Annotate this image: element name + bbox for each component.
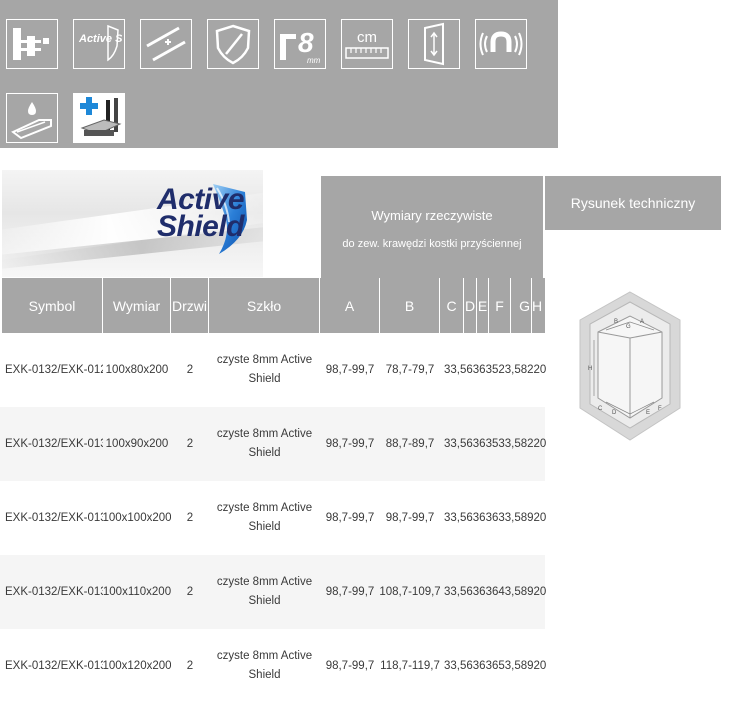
col-header-b: B: [380, 278, 440, 333]
cell-symbol: EXK-0132/EXK-0137: [5, 659, 103, 672]
col-header-e: E: [477, 278, 489, 333]
drawing-label-f: F: [658, 406, 662, 412]
col-header-f: F: [489, 278, 511, 333]
dimensions-group-header: Wymiary rzeczywiste do zew. krawędzi kos…: [321, 176, 543, 278]
add-shower-tray-icon: [73, 93, 125, 143]
measurement-cm-icon: cm: [341, 19, 393, 69]
drawing-label-d: D: [612, 410, 617, 416]
col-header-h: H: [532, 278, 545, 333]
magnetic-seal-icon: [475, 19, 527, 69]
cell-wymiar: 100x110x200: [103, 585, 171, 598]
cell-a: 98,7-99,7: [325, 659, 375, 672]
technical-drawing: A B C D E F G H: [579, 291, 681, 441]
active-shield-wordmark: Active Shield: [114, 183, 245, 243]
glass-thickness-value: 8: [298, 27, 314, 58]
cell-szklo: czyste 8mm Active Shield: [216, 502, 313, 533]
glass-thickness-unit: mm: [307, 56, 321, 65]
active-shield-icon: Active Shield: [73, 19, 125, 69]
drawing-label-g: G: [626, 324, 631, 330]
cell-drzwi: 2: [186, 437, 194, 450]
safety-glass-icon: [207, 19, 259, 69]
cell-wymiar: 100x100x200: [103, 511, 171, 524]
wordmark-line-1: Active: [156, 183, 245, 216]
cell-a: 98,7-99,7: [325, 437, 375, 450]
cell-szklo: czyste 8mm Active Shield: [216, 576, 313, 607]
cell-drzwi: 2: [186, 363, 194, 376]
drawing-label-a: A: [640, 319, 644, 325]
cell-symbol: EXK-0132/EXK-0133: [5, 511, 103, 524]
cell-tail: 33,56363633,589200: [444, 511, 546, 524]
col-header-wymiar: Wymiar: [103, 278, 171, 333]
cell-tail: 33,56363533,582200: [444, 437, 546, 450]
measurement-unit-label: cm: [357, 29, 377, 46]
cell-drzwi: 2: [186, 659, 194, 672]
technical-drawing-header: Rysunek techniczny: [545, 176, 721, 230]
cell-wymiar: 100x90x200: [105, 437, 169, 450]
cell-b: 78,7-79,7: [385, 363, 435, 376]
cell-b: 98,7-99,7: [385, 511, 435, 524]
cell-a: 98,7-99,7: [325, 511, 375, 524]
cell-szklo: czyste 8mm Active Shield: [216, 354, 313, 385]
active-shield-banner: Active Shield: [2, 170, 263, 277]
cell-tail: 33,56363523,582200: [444, 363, 546, 376]
glass-thickness-icon: 8 mm: [274, 19, 326, 69]
cell-wymiar: 100x120x200: [103, 659, 171, 672]
drawing-label-b: B: [614, 319, 618, 325]
wordmark-line-2: Shield: [156, 210, 245, 243]
cell-symbol: EXK-0132/EXK-0135: [5, 585, 103, 598]
cell-b: 108,7-109,7: [380, 585, 440, 598]
profile-extension-icon: [140, 19, 192, 69]
cell-a: 98,7-99,7: [325, 585, 375, 598]
cell-drzwi: 2: [186, 585, 194, 598]
col-header-c: C: [440, 278, 464, 333]
drawing-label-h: H: [588, 366, 592, 372]
cell-b: 118,7-119,7: [380, 659, 440, 672]
col-header-drzwi: Drzwi: [171, 278, 209, 333]
feature-icon-bar: Active Shield 8 mm cm: [0, 0, 558, 148]
cell-tail: 33,56363643,589200: [444, 585, 546, 598]
cell-wymiar: 100x80x200: [105, 363, 169, 376]
col-header-d: D: [464, 278, 477, 333]
col-header-symbol: Symbol: [2, 278, 103, 333]
active-shield-icon-text: Active Shield: [78, 33, 122, 45]
col-header-g: G: [511, 278, 532, 333]
cell-symbol: EXK-0132/EXK-0131: [5, 437, 103, 450]
cell-szklo: czyste 8mm Active Shield: [216, 428, 313, 459]
dimensions-title: Wymiary rzeczywiste: [371, 208, 493, 223]
col-header-a: A: [320, 278, 380, 333]
reversible-door-icon: [408, 19, 460, 69]
drawing-label-e: E: [646, 410, 650, 416]
cell-drzwi: 2: [186, 511, 194, 524]
dimensions-subtitle: do zew. krawędzi kostki przyściennej: [342, 238, 522, 250]
col-header-szklo: Szkło: [209, 278, 320, 333]
water-drain-profile-icon: [6, 93, 58, 143]
cell-tail: 33,56363653,589200: [444, 659, 546, 672]
wall-profile-adjust-icon: [6, 19, 58, 69]
cell-a: 98,7-99,7: [325, 363, 375, 376]
cell-b: 88,7-89,7: [385, 437, 435, 450]
cell-symbol: EXK-0132/EXK-0129: [5, 363, 103, 376]
cell-szklo: czyste 8mm Active Shield: [216, 650, 313, 681]
drawing-label-c: C: [598, 406, 603, 412]
